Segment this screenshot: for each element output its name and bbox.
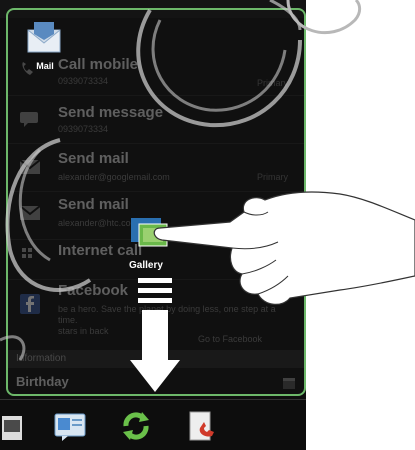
decorative-circle — [286, 0, 362, 35]
hand-pointer-icon — [153, 191, 415, 305]
